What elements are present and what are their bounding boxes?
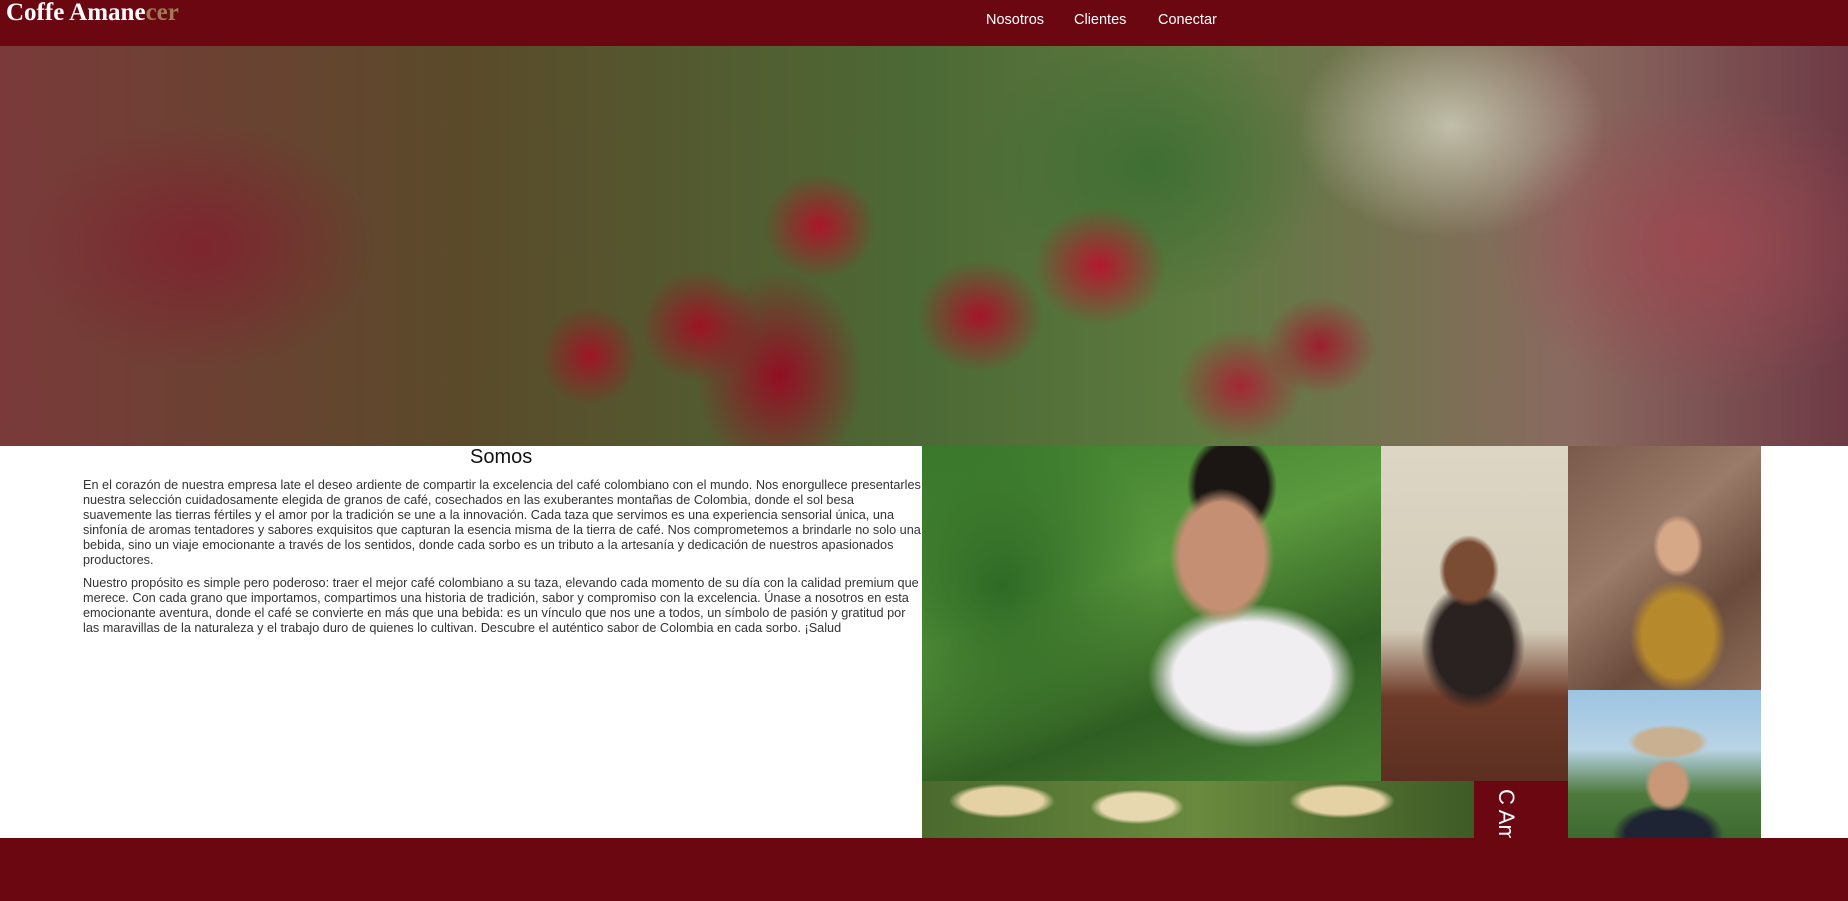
coffee-farmer-photo: [922, 446, 1381, 781]
nav-link-nosotros[interactable]: Nosotros: [986, 12, 1044, 28]
man-with-hat-photo: [1568, 690, 1761, 838]
footer: [0, 838, 1848, 901]
nav-link-clientes[interactable]: Clientes: [1074, 12, 1126, 28]
about-paragraph-1: En el corazón de nuestra empresa late el…: [83, 478, 921, 567]
gallery-panel-text: C Am: [1494, 789, 1519, 838]
about-paragraph-2: Nuestro propósito es simple pero poderos…: [83, 576, 919, 635]
nav-menu: Nosotros Clientes Conectar: [0, 0, 1848, 46]
farmers-group-photo: [922, 781, 1474, 838]
about-title: Somos: [470, 446, 533, 468]
gallery-text-panel: C Am: [1474, 781, 1568, 838]
smiling-woman-photo: [1568, 446, 1761, 690]
girl-drinking-coffee-photo: [1381, 446, 1568, 781]
navbar: Coffe Amanecer Nosotros Clientes Conecta…: [0, 0, 1848, 46]
hero-image: [0, 46, 1848, 446]
nav-link-conectar[interactable]: Conectar: [1158, 12, 1217, 28]
